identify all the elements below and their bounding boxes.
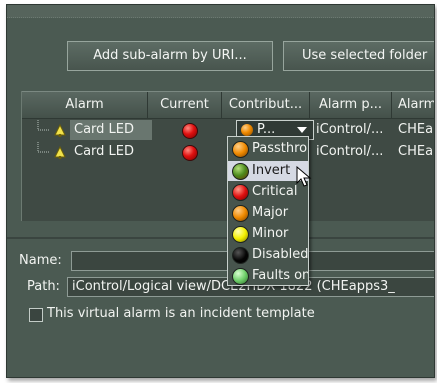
alarm-bell-icon xyxy=(54,123,66,138)
tree-connector-icon xyxy=(37,120,50,131)
use-selected-folder-button[interactable]: Use selected folder xyxy=(283,41,434,71)
minor-status-icon xyxy=(232,226,249,243)
path-label: Path: xyxy=(27,279,60,294)
divider xyxy=(7,237,434,239)
alarm-bell-icon xyxy=(54,145,66,160)
column-header-current[interactable]: Current xyxy=(148,92,222,118)
add-sub-alarm-button[interactable]: Add sub-alarm by URI... xyxy=(67,41,273,71)
name-label: Name: xyxy=(19,253,62,268)
contribution-dropdown-menu: Passthrough Invert Critical Major Minor … xyxy=(227,136,309,286)
menu-item-faults-only[interactable]: Faults only xyxy=(228,266,308,285)
table-header: Alarm Current Contribut... Alarm p... Al… xyxy=(22,91,434,119)
current-state-red-led-icon xyxy=(182,123,198,139)
menu-item-minor[interactable]: Minor xyxy=(228,224,308,244)
column-header-alarm-2[interactable]: Alarm xyxy=(392,92,434,118)
major-status-icon xyxy=(232,205,249,222)
alarm-path-cell: iControl/... xyxy=(316,144,384,159)
column-header-contribution[interactable]: Contribut... xyxy=(222,92,310,118)
alarm-cell: CHEap xyxy=(398,122,434,137)
column-header-alarm[interactable]: Alarm xyxy=(22,92,148,118)
faults-only-status-icon xyxy=(232,268,249,285)
alarm-editor-window: Add sub-alarm by URI... Use selected fol… xyxy=(6,4,435,378)
current-state-red-led-icon xyxy=(182,145,198,161)
incident-template-label: This virtual alarm is an incident templa… xyxy=(47,306,315,321)
alarm-cell: CHEap xyxy=(398,144,434,159)
column-header-alarm-path[interactable]: Alarm p... xyxy=(310,92,392,118)
menu-item-passthrough[interactable]: Passthrough xyxy=(228,139,308,159)
menu-item-disabled[interactable]: Disabled xyxy=(228,245,308,265)
alarm-name-cell: Card LED xyxy=(70,120,152,140)
alarm-path-cell: iControl/... xyxy=(316,122,384,137)
critical-status-icon xyxy=(232,184,249,201)
top-band xyxy=(7,5,434,18)
tree-connector-icon xyxy=(37,142,50,153)
passthrough-status-icon xyxy=(241,124,253,136)
chevron-down-icon[interactable] xyxy=(297,127,307,133)
menu-item-major[interactable]: Major xyxy=(228,203,308,223)
passthrough-status-icon xyxy=(232,141,249,158)
invert-status-icon xyxy=(232,163,249,180)
mouse-cursor-icon xyxy=(296,166,312,187)
disabled-status-icon xyxy=(232,247,249,264)
incident-template-checkbox[interactable] xyxy=(29,308,43,322)
alarm-name-cell: Card LED xyxy=(74,144,135,159)
